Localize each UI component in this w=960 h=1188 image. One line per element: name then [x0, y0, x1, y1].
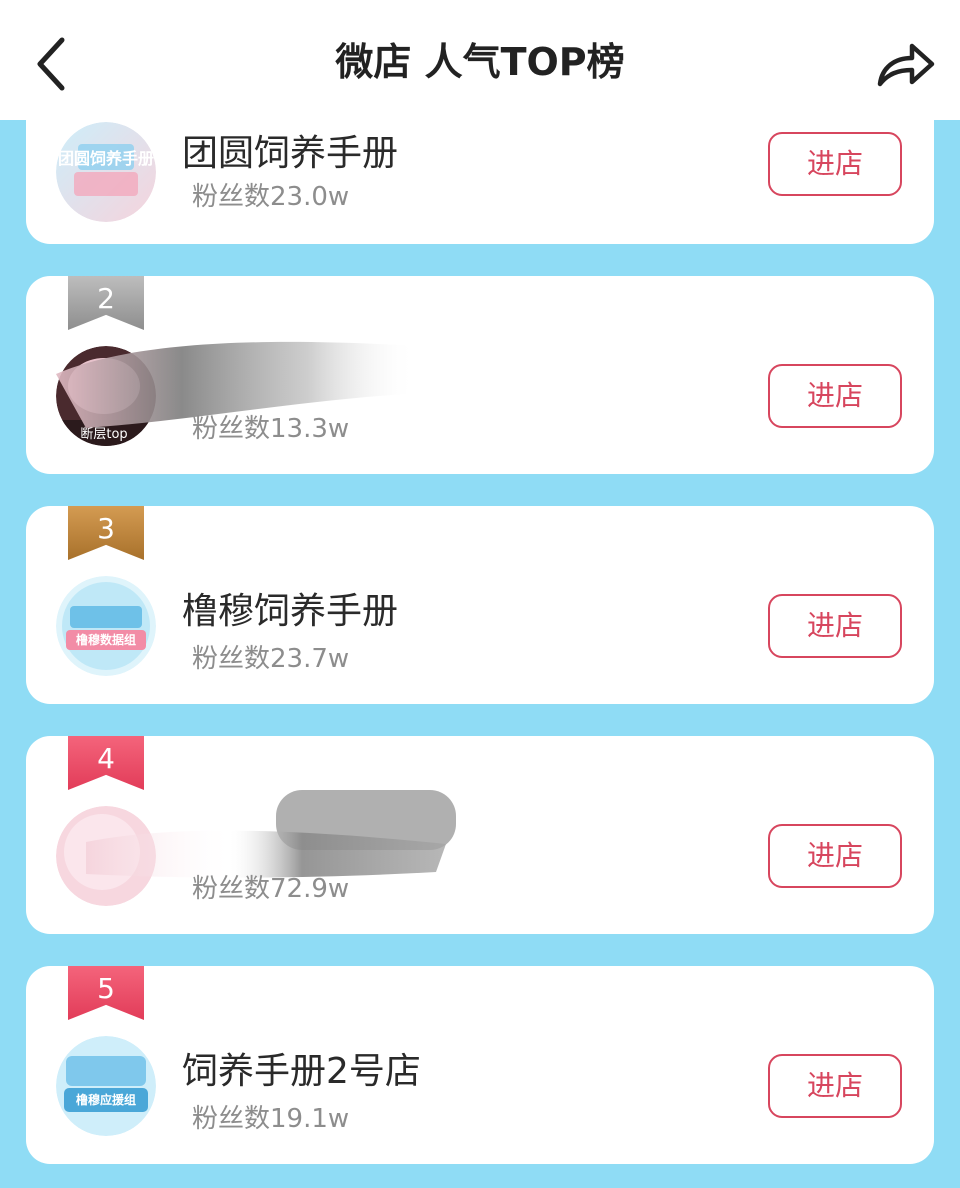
shop-avatar	[56, 806, 156, 906]
enter-shop-button[interactable]: 进店	[768, 824, 902, 888]
shop-avatar: 团圆饲养手册	[56, 122, 156, 222]
shop-card-3[interactable]: 3 橹穆数据组 橹穆饲养手册 粉丝数23.7w 进店	[26, 506, 934, 704]
shop-card-2[interactable]: 2 断层top 粉丝数13.3w 进店	[26, 276, 934, 474]
shop-card-5[interactable]: 5 橹穆应援组 饲养手册2号店 粉丝数19.1w 进店	[26, 966, 934, 1164]
enter-shop-button[interactable]: 进店	[768, 1054, 902, 1118]
top-nav-bar: 微店 人气TOP榜	[0, 0, 960, 120]
enter-shop-button[interactable]: 进店	[768, 132, 902, 196]
shop-ranking-list: 团圆饲养手册 团圆饲养手册 粉丝数23.0w 进店 2 断层top 粉丝数13.…	[0, 0, 960, 1188]
shop-name: 团圆饲养手册	[182, 133, 399, 174]
shop-fans-count: 粉丝数13.3w	[192, 414, 350, 444]
shop-fans-count: 粉丝数72.9w	[192, 874, 350, 904]
shop-fans-count: 粉丝数23.0w	[192, 182, 350, 212]
svg-text:团圆饲养手册: 团圆饲养手册	[58, 149, 154, 168]
shop-fans-count: 粉丝数23.7w	[192, 644, 350, 674]
enter-shop-button[interactable]: 进店	[768, 594, 902, 658]
rank-badge: 2	[68, 276, 144, 330]
svg-text:断层top: 断层top	[80, 427, 127, 442]
svg-text:橹穆应援组: 橹穆应援组	[76, 1092, 136, 1107]
svg-text:橹穆数据组: 橹穆数据组	[76, 632, 136, 647]
shop-avatar: 橹穆应援组	[56, 1036, 156, 1136]
share-arrow-icon[interactable]	[874, 36, 936, 92]
shop-name: 橹穆饲养手册	[182, 591, 399, 632]
enter-shop-button[interactable]: 进店	[768, 364, 902, 428]
shop-avatar: 橹穆数据组	[56, 576, 156, 676]
shop-avatar: 断层top	[56, 346, 156, 446]
shop-card-4[interactable]: 4 粉丝数72.9w 进店	[26, 736, 934, 934]
page-title: 微店 人气TOP榜	[335, 40, 625, 84]
rank-badge: 3	[68, 506, 144, 560]
shop-name: 饲养手册2号店	[182, 1051, 421, 1092]
rank-badge: 4	[68, 736, 144, 790]
rank-badge: 5	[68, 966, 144, 1020]
shop-fans-count: 粉丝数19.1w	[192, 1104, 350, 1134]
